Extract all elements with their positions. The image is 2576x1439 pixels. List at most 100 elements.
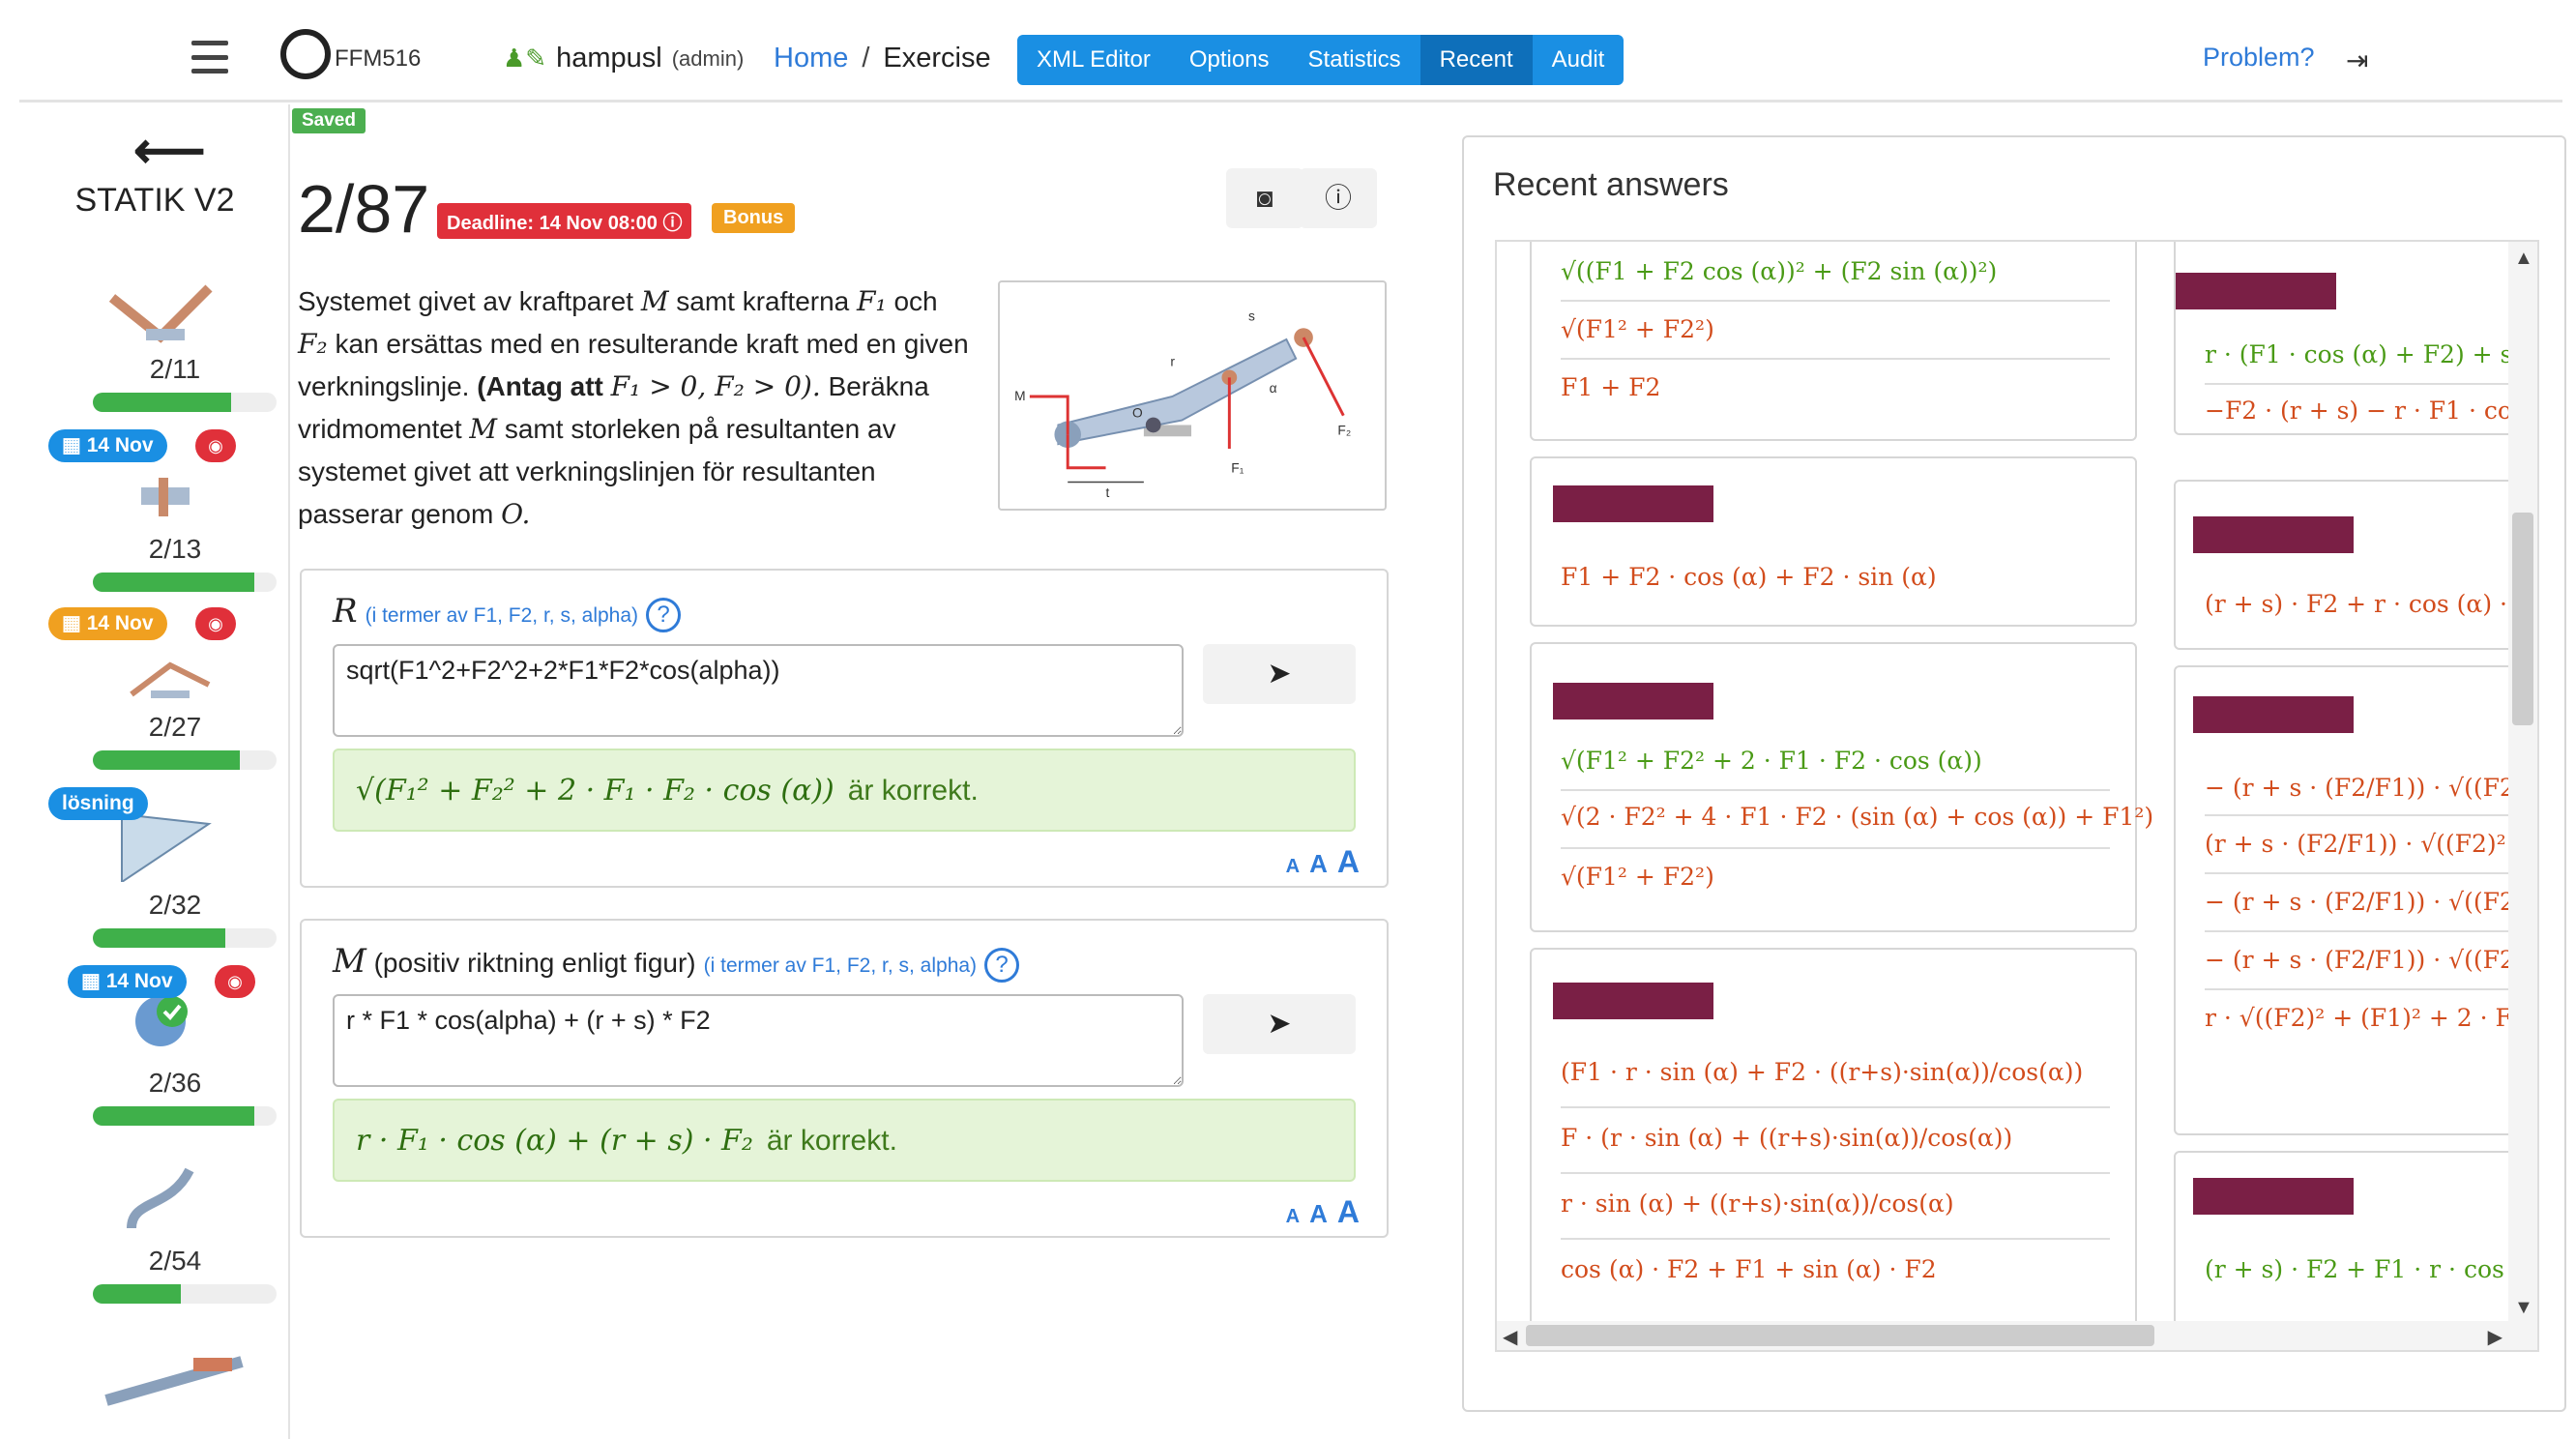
font-size-medium[interactable]: A bbox=[1309, 1199, 1328, 1228]
logout-icon[interactable]: ⇥ bbox=[2346, 44, 2368, 76]
username: hampusl bbox=[556, 43, 662, 73]
redacted-username bbox=[2193, 516, 2354, 553]
help-button[interactable]: ⓘ bbox=[1300, 168, 1377, 228]
answer-card[interactable]: F1 + F2 · cos (α) + F2 · sin (α) bbox=[1530, 456, 2137, 627]
answer-entry: √(F1² + F2²) bbox=[1561, 863, 1714, 891]
exercise-number: 2/36 bbox=[148, 1068, 202, 1098]
math-symbol: M bbox=[469, 413, 498, 445]
progress-bar bbox=[93, 393, 277, 412]
deadline-badge: Deadline: 14 Nov 08:00 ⓘ bbox=[437, 203, 692, 239]
scroll-left-icon[interactable]: ◀ bbox=[1503, 1325, 1517, 1349]
font-size-small[interactable]: A bbox=[1286, 856, 1300, 877]
logo-icon[interactable] bbox=[280, 29, 331, 79]
breadcrumb-current: Exercise bbox=[883, 43, 991, 73]
paper-plane-icon: ➤ bbox=[1267, 1008, 1292, 1040]
font-size-medium[interactable]: A bbox=[1309, 849, 1328, 878]
progress-fill bbox=[93, 750, 240, 770]
date-badge: ▦ 14 Nov bbox=[68, 965, 187, 998]
scroll-up-icon[interactable]: ▲ bbox=[2514, 248, 2533, 270]
submit-button[interactable]: ➤ bbox=[1203, 994, 1356, 1054]
menu-icon[interactable] bbox=[191, 41, 228, 73]
camera-icon: ◉ bbox=[215, 965, 255, 998]
answer-entry: √(F1² + F2²) bbox=[1561, 315, 1714, 343]
recent-answers-scroll[interactable]: √((F1 + F2 cos (α))² + (F2 sin (α))²) √(… bbox=[1495, 240, 2539, 1352]
feedback-text: är korrekt. bbox=[847, 775, 979, 807]
exercise-thumbnail bbox=[127, 1167, 194, 1229]
answer-entry: r · √((F2)² + (F1)² + 2 · F bbox=[2205, 1004, 2512, 1032]
problem-link[interactable]: Problem? bbox=[2203, 43, 2315, 73]
tab-audit[interactable]: Audit bbox=[1532, 35, 1625, 85]
scroll-right-icon[interactable]: ▶ bbox=[2488, 1325, 2503, 1349]
question-hint: (i termer av F1, F2, r, s, alpha) bbox=[703, 954, 978, 977]
font-size-large[interactable]: A bbox=[1337, 1194, 1360, 1229]
answer-entry: r · sin (α) + ((r+s)·sin(α))/cos(α) bbox=[1561, 1189, 1954, 1218]
user-edit-icon: ♟✎ bbox=[503, 44, 547, 73]
redacted-username bbox=[1553, 983, 1713, 1019]
submit-button[interactable]: ➤ bbox=[1203, 644, 1356, 704]
back-arrow-icon[interactable]: ⟵ bbox=[133, 122, 206, 180]
exercise-thumbnail bbox=[108, 284, 213, 343]
feedback-text: är korrekt. bbox=[766, 1125, 897, 1157]
exercise-thumbnail[interactable] bbox=[87, 1333, 271, 1420]
exercise-title: 2/87 bbox=[298, 171, 430, 247]
divider bbox=[2205, 814, 2533, 816]
course-title: STATIK V2 bbox=[74, 182, 235, 219]
tab-options[interactable]: Options bbox=[1169, 35, 1289, 85]
math-condition: F₁ > 0, F₂ > 0). bbox=[610, 370, 821, 402]
question-circle-icon[interactable]: ? bbox=[646, 597, 682, 632]
breadcrumb: Home / Exercise bbox=[774, 43, 991, 74]
answer-entry: r · (F1 · cos (α) + F2) + s · bbox=[2205, 340, 2529, 368]
tab-xml-editor[interactable]: XML Editor bbox=[1017, 35, 1170, 85]
horizontal-scrollbar[interactable]: ◀ ▶ bbox=[1497, 1321, 2537, 1350]
question-description: (positiv riktning enligt figur) bbox=[373, 948, 696, 978]
answer-input-r[interactable]: sqrt(F1^2+F2^2+2*F1*F2*cos(alpha)) bbox=[333, 644, 1184, 737]
question-circle-icon[interactable]: ? bbox=[984, 947, 1020, 983]
math-symbol: O. bbox=[501, 498, 531, 530]
redacted-username bbox=[2193, 1178, 2354, 1215]
vertical-scrollbar[interactable]: ▲ ▼ bbox=[2508, 242, 2537, 1325]
scroll-down-icon[interactable]: ▼ bbox=[2514, 1297, 2533, 1319]
figure-label: O bbox=[1132, 406, 1143, 421]
question-condition-label: (Antag att bbox=[477, 371, 603, 401]
tab-recent[interactable]: Recent bbox=[1420, 35, 1533, 85]
answer-card[interactable]: √((F1 + F2 cos (α))² + (F2 sin (α))²) √(… bbox=[1530, 242, 2137, 441]
progress-fill bbox=[93, 928, 225, 948]
font-size-controls: AAA bbox=[1276, 1194, 1360, 1230]
question-circle-icon[interactable]: ⓘ bbox=[662, 213, 682, 234]
question-label: M (positiv riktning enligt figur) (i term… bbox=[333, 942, 1020, 983]
figure-label: α bbox=[1270, 381, 1277, 396]
answer-entry: − (r + s · (F2/F1)) · √((F2)² + bbox=[2205, 946, 2539, 974]
answer-card[interactable]: √(F1² + F2² + 2 · F1 · F2 · cos (α)) √(2… bbox=[1530, 642, 2153, 932]
answer-card[interactable]: (F1 · r · sin (α) + F2 · ((r+s)·sin(α))/… bbox=[1530, 948, 2137, 1335]
font-size-small[interactable]: A bbox=[1286, 1206, 1300, 1227]
redacted-username bbox=[1553, 485, 1713, 522]
tab-statistics[interactable]: Statistics bbox=[1288, 35, 1420, 85]
breadcrumb-home[interactable]: Home bbox=[774, 43, 848, 73]
user-info: ♟✎ hampusl (admin) bbox=[503, 43, 744, 74]
app-root: FFM516 ♟✎ hampusl (admin) Home / Exercise … bbox=[0, 0, 2576, 1439]
answer-card[interactable]: − (r + s · (F2/F1)) · √((F2)² + (r + s ·… bbox=[2174, 665, 2539, 1135]
answer-card[interactable]: (r + s) · F2 + r · cos (α) · F bbox=[2174, 480, 2537, 650]
figure-label: F₁ bbox=[1231, 461, 1244, 476]
answer-entry: − (r + s · (F2/F1)) · √((F2)² + bbox=[2205, 888, 2539, 916]
top-navbar: FFM516 ♟✎ hampusl (admin) Home / Exercise … bbox=[19, 17, 2562, 103]
math-symbol: F₁ bbox=[857, 285, 887, 317]
answer-input-m[interactable]: r * F1 * cos(alpha) + (r + s) * F2 bbox=[333, 994, 1184, 1087]
font-size-controls: AAA bbox=[1276, 844, 1360, 880]
paper-plane-icon: ➤ bbox=[1267, 658, 1292, 690]
divider bbox=[1561, 789, 2110, 791]
date-badge-text: 14 Nov bbox=[86, 612, 154, 634]
scrollbar-thumb[interactable] bbox=[1526, 1325, 2154, 1346]
question-text-part: samt krafterna bbox=[676, 286, 850, 316]
answer-card[interactable]: r · (F1 · cos (α) + F2) + s · −F2 · (r +… bbox=[2174, 242, 2537, 435]
camera-button[interactable]: ◙ bbox=[1226, 168, 1303, 228]
progress-bar bbox=[93, 573, 277, 592]
redacted-username bbox=[2193, 696, 2354, 733]
redacted-username bbox=[2176, 273, 2336, 309]
divider bbox=[1561, 1106, 2110, 1108]
breadcrumb-separator: / bbox=[862, 43, 870, 73]
date-badge: ▦ 14 Nov bbox=[48, 429, 167, 462]
scrollbar-thumb[interactable] bbox=[2512, 513, 2533, 725]
font-size-large[interactable]: A bbox=[1337, 844, 1360, 879]
figure-label: s bbox=[1248, 308, 1255, 323]
